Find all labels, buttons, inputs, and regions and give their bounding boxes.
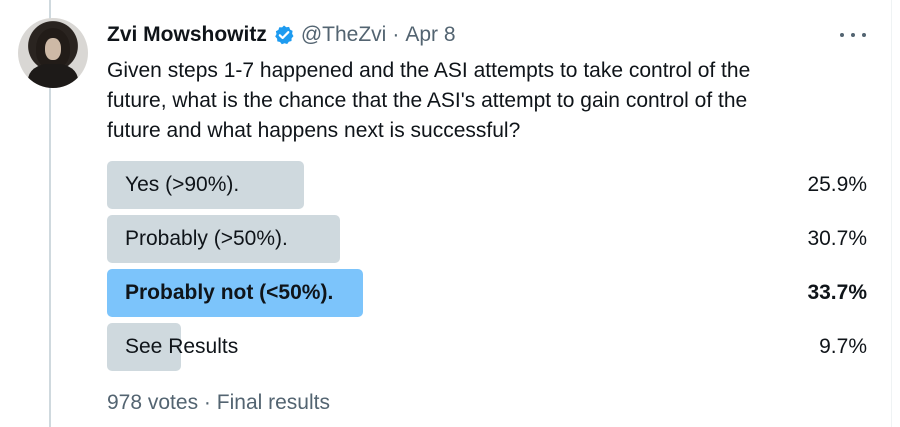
- poll: Yes (>90%). 25.9% Probably (>50%). 30.7%…: [107, 161, 867, 377]
- avatar-face: [45, 38, 61, 60]
- poll-footer: 978 votes · Final results: [107, 391, 330, 415]
- poll-option-percent: 33.7%: [807, 281, 867, 304]
- poll-option-label: Probably not (<50%).: [125, 281, 334, 304]
- more-dot: [840, 33, 844, 37]
- poll-votes: 978 votes: [107, 391, 199, 414]
- tweet-text-line: Given steps 1-7 happened and the ASI att…: [107, 59, 751, 82]
- more-dot: [851, 33, 855, 37]
- avatar[interactable]: [18, 18, 88, 88]
- poll-option: See Results 9.7%: [107, 323, 867, 371]
- poll-option: Probably (>50%). 30.7%: [107, 215, 867, 263]
- poll-option: Yes (>90%). 25.9%: [107, 161, 867, 209]
- more-options-icon[interactable]: [840, 26, 866, 44]
- poll-option-label: Yes (>90%).: [125, 173, 240, 196]
- poll-option-percent: 25.9%: [807, 173, 867, 196]
- footer-separator: ·: [203, 391, 211, 414]
- tweet-date[interactable]: Apr 8: [405, 23, 455, 47]
- tweet-text: Given steps 1-7 happened and the ASI att…: [107, 56, 867, 146]
- author-handle[interactable]: @TheZvi: [301, 23, 387, 47]
- header-separator: ·: [392, 23, 400, 46]
- tweet-text-line: future and what happens next is successf…: [107, 119, 521, 142]
- poll-status: Final results: [216, 391, 330, 414]
- divider: [891, 0, 892, 427]
- tweet-text-line: future, what is the chance that the ASI'…: [107, 89, 748, 112]
- tweet-header: Zvi Mowshowitz @TheZvi · Apr 8: [107, 22, 456, 48]
- poll-option: Probably not (<50%). 33.7%: [107, 269, 867, 317]
- author-name[interactable]: Zvi Mowshowitz: [107, 23, 267, 47]
- poll-option-label: Probably (>50%).: [125, 227, 288, 250]
- avatar-body: [28, 64, 78, 88]
- poll-option-label: See Results: [125, 335, 239, 358]
- more-dot: [862, 33, 866, 37]
- poll-option-percent: 30.7%: [807, 227, 867, 250]
- poll-option-percent: 9.7%: [819, 335, 867, 358]
- verified-badge-icon[interactable]: [273, 24, 295, 46]
